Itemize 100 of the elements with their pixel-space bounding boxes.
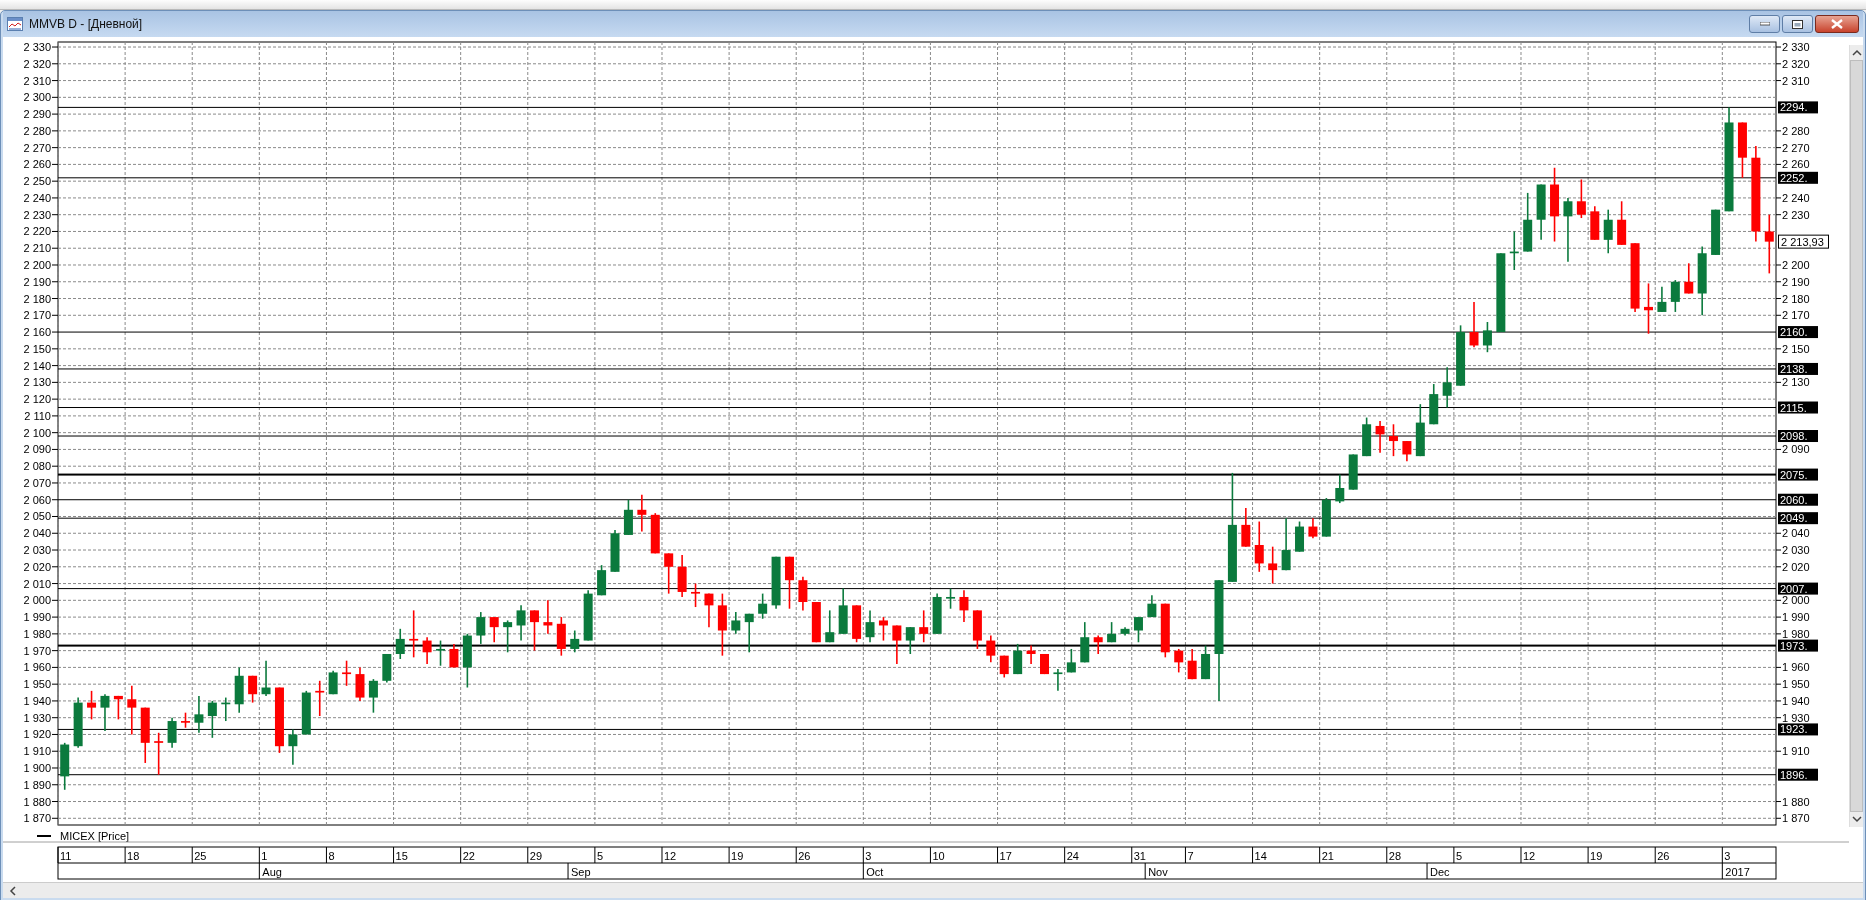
axis-label: 2 180 bbox=[23, 292, 59, 305]
axis-label: 2 040 bbox=[1775, 527, 1810, 540]
month-label: Oct bbox=[866, 866, 884, 878]
level-label: 2007. bbox=[1778, 582, 1818, 595]
axis-label: 2 150 bbox=[23, 342, 59, 355]
axis-label: 1 890 bbox=[23, 778, 59, 791]
y-tick-label: 2 050 bbox=[23, 510, 51, 523]
axis-label: 1 880 bbox=[23, 795, 59, 808]
window-title: MMVB D - [Дневной] bbox=[29, 17, 144, 31]
date-label: 17 bbox=[999, 850, 1012, 862]
axis-label: 1 940 bbox=[23, 694, 59, 707]
y-tick-label: 2 230 bbox=[23, 208, 51, 221]
y-tick-label: 2 150 bbox=[23, 342, 51, 355]
axis-label: 2 330 bbox=[1775, 41, 1810, 54]
axis-label: 2 100 bbox=[23, 426, 59, 439]
axis-label: 1 910 bbox=[23, 745, 59, 758]
y-tick-label: 2 300 bbox=[23, 91, 51, 104]
y-tick-label: 2 070 bbox=[23, 476, 51, 489]
y-tick-label: 2 010 bbox=[23, 577, 51, 590]
axis-label: 2 020 bbox=[1775, 560, 1810, 573]
y-tick-label: 2 080 bbox=[23, 460, 51, 473]
y-tick-label: 2 000 bbox=[23, 594, 51, 607]
y-tick-label: 2 140 bbox=[23, 359, 51, 372]
month-label: Sep bbox=[571, 866, 591, 878]
ref-line-label: 2007. bbox=[1780, 582, 1808, 595]
axis-label: 2 030 bbox=[1775, 544, 1810, 557]
axis-label: 2 060 bbox=[23, 493, 59, 506]
date-label: 25 bbox=[194, 850, 207, 862]
axis-label: 1 970 bbox=[23, 644, 59, 657]
y-tick-label: 1 920 bbox=[23, 728, 51, 741]
axis-label: 2 220 bbox=[23, 225, 59, 238]
level-label: 2098. bbox=[1778, 430, 1818, 442]
axis-label: 2 140 bbox=[23, 359, 59, 372]
axis-label: 1 950 bbox=[1775, 678, 1810, 691]
ref-line-label: 1896. bbox=[1780, 768, 1808, 781]
ref-line-label: 2294. bbox=[1780, 101, 1808, 114]
axis-label: 2 320 bbox=[1775, 57, 1810, 70]
date-label: 28 bbox=[1388, 850, 1401, 862]
axis-label: 1 920 bbox=[23, 728, 59, 741]
y-tick-label: 1 980 bbox=[23, 627, 51, 640]
level-label: 1896. bbox=[1778, 768, 1818, 781]
y-tick-label: 1 960 bbox=[23, 661, 51, 674]
axis-label: 1 930 bbox=[23, 711, 59, 724]
axis-label: 2 230 bbox=[1775, 208, 1810, 221]
y-tick-label: 2 090 bbox=[23, 443, 51, 456]
level-label: 1923. bbox=[1778, 723, 1818, 736]
ref-line-label: 2115. bbox=[1780, 401, 1807, 414]
axis-label: 2 010 bbox=[23, 577, 59, 590]
y-tick-label: 2 190 bbox=[23, 275, 51, 288]
y-tick-label: 2 160 bbox=[23, 326, 51, 339]
month-label: Aug bbox=[262, 866, 282, 878]
axis-label: 2 030 bbox=[23, 544, 59, 557]
y-tick-label: 2 320 bbox=[23, 57, 51, 70]
y-tick-label: 1 880 bbox=[23, 795, 51, 808]
axis-label: 2 330 bbox=[23, 41, 59, 54]
ref-line-label: 2138. bbox=[1780, 362, 1808, 375]
axis-label: 1 900 bbox=[23, 762, 59, 774]
y-tick-label: 2 250 bbox=[23, 175, 51, 188]
axis-label: 2 180 bbox=[1775, 292, 1810, 305]
y-tick-label: 2 220 bbox=[23, 225, 51, 238]
axis-label: 2 200 bbox=[23, 259, 59, 271]
y-tick-label: 2 240 bbox=[23, 191, 51, 204]
axis-label: 1 930 bbox=[1775, 711, 1810, 724]
date-label: 19 bbox=[731, 850, 744, 862]
y-tick-label: 1 950 bbox=[23, 678, 51, 691]
axis-label: 2 000 bbox=[23, 594, 59, 607]
axis-label: 2 120 bbox=[23, 393, 59, 406]
axis-label: 2 110 bbox=[24, 409, 59, 422]
axis-label: 1 950 bbox=[23, 678, 59, 691]
axis-label: 1 960 bbox=[23, 661, 59, 674]
axis-label: 2 050 bbox=[23, 510, 59, 523]
axis-label: 2 230 bbox=[23, 208, 59, 221]
axis-label: 1 980 bbox=[1775, 627, 1810, 640]
date-label: 12 bbox=[1523, 850, 1536, 862]
price-label: 2 213,93 bbox=[1778, 234, 1829, 249]
ref-line-label: 2252. bbox=[1780, 171, 1808, 184]
month-label: Dec bbox=[1430, 866, 1450, 878]
level-label: 2138. bbox=[1778, 362, 1818, 375]
axis-label: 2 300 bbox=[23, 91, 59, 104]
axis-label: 2 130 bbox=[1775, 376, 1810, 389]
level-label: 2252. bbox=[1778, 171, 1818, 184]
ref-line-label: 2049. bbox=[1780, 512, 1808, 525]
y-tick-label: 2 260 bbox=[23, 158, 51, 171]
date-label: 3 bbox=[865, 850, 872, 862]
date-label: 10 bbox=[932, 850, 945, 862]
y-tick-label: 2 280 bbox=[23, 124, 51, 137]
date-label: 29 bbox=[529, 850, 542, 862]
y-tick-label: 1 990 bbox=[23, 611, 51, 624]
month-label: 2017 bbox=[1725, 866, 1750, 878]
level-label: 2294. bbox=[1778, 101, 1818, 114]
y-tick-label: 2 110 bbox=[24, 409, 51, 422]
y-tick-label: 2 180 bbox=[23, 292, 51, 305]
axis-label: 2 160 bbox=[23, 326, 59, 339]
axis-label: 2 310 bbox=[23, 74, 59, 87]
y-tick-label: 2 040 bbox=[23, 527, 51, 540]
y-tick-label: 2 120 bbox=[23, 393, 51, 406]
axis-label: 1 990 bbox=[23, 611, 59, 624]
axis-label: 2 190 bbox=[23, 275, 59, 288]
axis-label: 1 980 bbox=[23, 627, 59, 640]
level-label: 2049. bbox=[1778, 512, 1818, 525]
